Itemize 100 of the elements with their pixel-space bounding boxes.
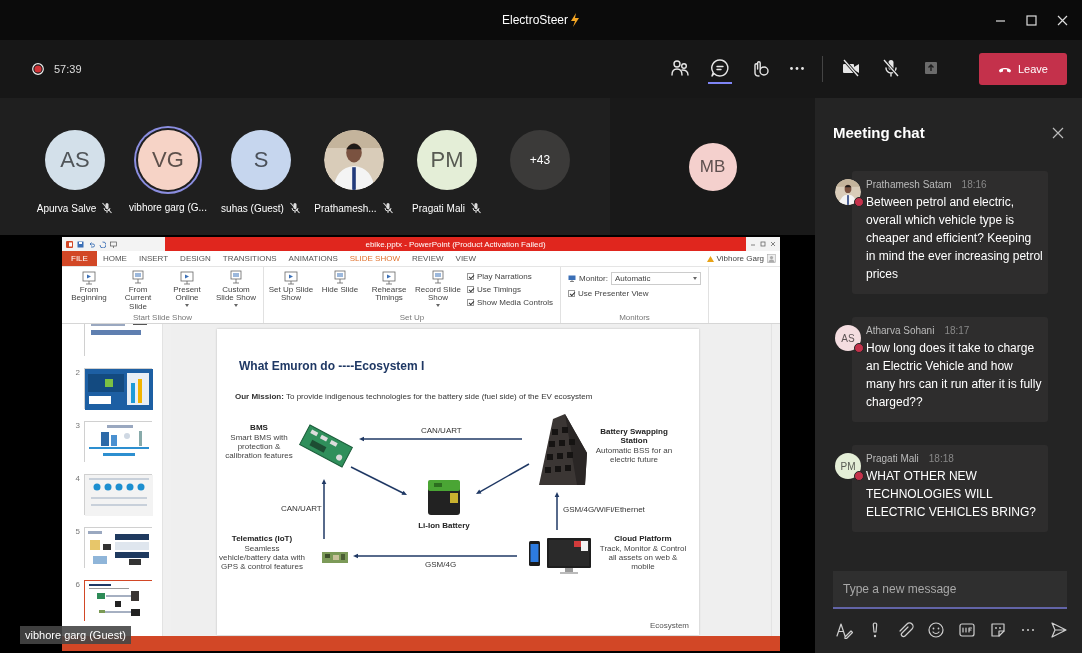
leave-button[interactable]: Leave — [979, 53, 1067, 85]
call-duration: 57:39 — [54, 63, 82, 75]
node-description: Track, Monitor & Control all assets on web & mobile — [598, 544, 688, 572]
slideshow-icon — [228, 270, 244, 285]
avatar: AS — [45, 130, 105, 190]
ribbon-button[interactable]: Present Online — [164, 270, 210, 313]
user-name[interactable]: Vibhore Garg — [716, 254, 764, 263]
checkbox-label: Use Presenter View — [578, 289, 649, 298]
sticker-icon[interactable] — [988, 621, 1007, 639]
ribbon-tab[interactable]: HOME — [96, 251, 133, 266]
participant-name: suhas (Guest) — [221, 202, 284, 214]
camera-off-icon — [841, 58, 861, 78]
more-icon — [790, 66, 804, 70]
checkbox[interactable] — [467, 299, 474, 306]
checkbox-label: Use Timings — [477, 285, 521, 294]
group-label: Start Slide Show — [131, 313, 194, 322]
warning-icon — [706, 255, 714, 262]
avatar: S — [231, 130, 291, 190]
mission-text: Our Mission: To provide indigenous technologies for the battery side (fuel side) of the EV ecosystem — [235, 392, 593, 401]
chat-icon — [710, 58, 730, 78]
ribbon-tab[interactable]: ANIMATIONS — [282, 251, 344, 266]
slide-number: 6 — [74, 580, 81, 589]
message-text: How long does it take to charge an Electric Vehicle and how many hrs can it run after it is fully charged?? — [866, 340, 1043, 411]
ribbon-button[interactable]: Custom Slide Show — [213, 270, 259, 313]
connection-label: GSM/4G/WiFi/Ethernet — [563, 505, 645, 514]
monitor-dropdown[interactable]: Automatic — [610, 272, 701, 285]
send-icon[interactable] — [1049, 621, 1068, 639]
lightning-icon — [570, 13, 580, 27]
message-time: 18:16 — [961, 179, 987, 190]
author-name: Pragati Mali — [866, 453, 919, 464]
avatar: AS — [835, 325, 861, 351]
ribbon-tab[interactable]: REVIEW — [406, 251, 450, 266]
participant-name: Pragati Mali — [412, 202, 465, 214]
monitor-icon — [568, 275, 577, 282]
slideshow-icon — [430, 270, 446, 285]
node-title: Battery Swapping Station — [599, 427, 669, 445]
arrow — [350, 466, 407, 495]
redo-icon[interactable] — [99, 240, 106, 248]
participant-name: Apurva Salve — [36, 202, 97, 214]
slideshow-icon — [332, 270, 348, 285]
slideshow-icon — [81, 270, 97, 285]
arrow — [321, 479, 327, 540]
node-title: Cloud Platform — [614, 534, 672, 543]
checkbox-label: Play Narrations — [477, 272, 532, 281]
author-name: Prathamesh Satam — [866, 179, 952, 190]
message-text: Between petrol and electric, overall which vehicle type is cheaper and efficient? Keeping in mind the ever increasing petrol prices — [866, 194, 1043, 283]
message-field[interactable]: Type a new message — [833, 571, 1067, 609]
circuit-board-drawing — [321, 550, 349, 565]
avatar: PM — [835, 453, 861, 479]
avatar: VG — [138, 130, 198, 190]
window-title: ElectroSteer — [502, 13, 568, 27]
slideshow-icon — [381, 270, 397, 285]
ribbon-button[interactable]: From Beginning — [66, 270, 112, 313]
ribbon-tab[interactable]: INSERT — [132, 251, 175, 266]
connection-label: GSM/4G — [425, 560, 457, 569]
avatar: PM — [417, 130, 477, 190]
phone-icon — [998, 65, 1012, 73]
avatar: MB — [688, 142, 737, 191]
node-title: BMS — [250, 423, 268, 432]
ribbon-button[interactable]: Record Slide Show — [415, 270, 461, 313]
checkbox-label: Show Media Controls — [477, 298, 554, 307]
scrollbar[interactable] — [162, 324, 171, 636]
presenter-name: vibhore garg (Guest) — [20, 626, 131, 644]
emoji-icon[interactable] — [927, 621, 946, 639]
slide-number: 3 — [74, 421, 81, 430]
slideshow-icon — [130, 270, 146, 285]
document-title: ebike.pptx - PowerPoint (Product Activation Failed) — [365, 239, 546, 249]
save-icon[interactable] — [77, 240, 84, 248]
group-label: Set Up — [398, 313, 426, 322]
node-title: Telematics (IoT) — [231, 534, 293, 543]
participant-name: Prathamesh... — [314, 202, 377, 214]
ribbon-button[interactable]: Rehearse Timings — [366, 270, 412, 313]
node-description: Automatic BSS for an electric future — [594, 446, 674, 465]
ribbon-button[interactable]: Hide Slide — [317, 270, 363, 313]
checkbox[interactable] — [568, 290, 576, 297]
slide-title: What Emuron do ----Ecosystem I — [239, 359, 425, 373]
arrow — [476, 463, 530, 494]
more-participants-button[interactable]: +43 — [510, 130, 570, 190]
ribbon-tab[interactable]: FILE — [62, 251, 97, 266]
undo-icon[interactable] — [88, 240, 95, 248]
gif-icon[interactable] — [957, 621, 976, 639]
slideshow-icon[interactable] — [110, 240, 117, 248]
mic-off-icon — [881, 58, 901, 78]
group-label: Monitors — [618, 313, 651, 322]
arrow — [554, 492, 560, 531]
phone-and-monitor-drawing — [529, 536, 593, 576]
ribbon-tab[interactable]: VIEW — [449, 251, 482, 266]
ribbon-button[interactable]: From Current Slide — [115, 270, 161, 313]
ribbon-tab[interactable]: DESIGN — [174, 251, 217, 266]
slideshow-icon — [179, 270, 195, 285]
connection-label: CAN/UART — [281, 504, 322, 513]
slide-number: 4 — [74, 474, 81, 483]
close-icon[interactable] — [1052, 126, 1064, 139]
format-icon[interactable] — [835, 621, 853, 639]
scrollbar[interactable] — [771, 324, 780, 636]
checkbox[interactable] — [467, 273, 474, 280]
checkbox[interactable] — [467, 286, 474, 293]
ribbon-tab[interactable]: TRANSITIONS — [216, 251, 283, 266]
ribbon-button[interactable]: Set Up Slide Show — [268, 270, 314, 313]
participants-icon — [670, 58, 690, 78]
